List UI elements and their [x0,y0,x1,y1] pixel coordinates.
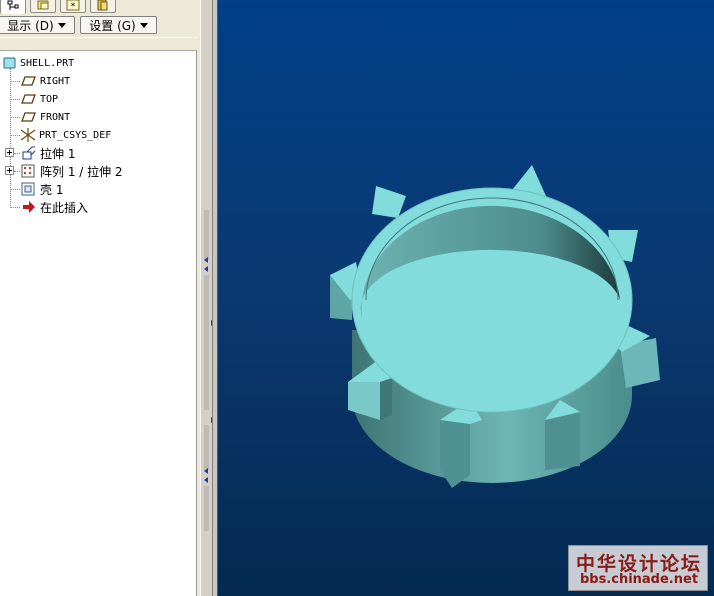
expand-toggle[interactable] [5,166,14,175]
tree-item-label: 壳 1 [40,182,64,197]
tooth [608,230,638,262]
navigator-tab-strip: * [0,0,200,14]
tooth [545,412,580,470]
collapse-left-icon[interactable] [204,257,208,263]
tree-item-insert-here[interactable]: 在此插入 [21,198,88,216]
datum-plane-icon [21,76,36,86]
splitter-grip[interactable] [204,486,209,531]
tree-item-shell-prt[interactable]: SHELL.PRT [3,54,74,72]
shell-part-model [330,165,660,488]
datum-plane-icon [21,112,36,122]
splitter-grip[interactable] [204,425,209,470]
settings-menu-button[interactable]: 设置 (G) [80,16,157,34]
tree-item-shell-1[interactable]: 壳 1 [21,180,63,198]
layers-tab-icon [97,0,108,11]
settings-menu-label: 设置 (G) [89,18,136,33]
tooth [348,382,380,420]
tab-layers[interactable] [90,0,116,13]
svg-text:*: * [71,2,76,11]
folder-browser-tab-icon [37,0,49,10]
tree-item-label: PRT_CSYS_DEF [39,129,112,141]
tree-connector [10,68,11,208]
tooth [440,420,470,488]
tree-item-label: 在此插入 [40,200,89,215]
coordinate-system-icon [20,128,36,142]
tree-connector [14,171,20,172]
show-menu-label: 显示 (D) [7,18,54,33]
tree-item-prt-csys-def[interactable]: PRT_CSYS_DEF [19,126,111,144]
collapse-left-icon[interactable] [204,477,208,483]
graphics-viewport[interactable]: 中华设计论坛 bbs.chinade.net [218,0,714,596]
pattern-icon [21,164,35,178]
expand-toggle[interactable] [5,148,14,157]
tree-connector [10,189,20,190]
chevron-down-icon [57,22,66,28]
tree-item-right[interactable]: RIGHT [21,72,70,90]
collapse-left-icon[interactable] [204,266,208,272]
shell-icon [21,182,35,196]
tree-connector [14,153,20,154]
tooth [380,378,392,420]
tree-item-label: 拉伸 1 [40,146,76,161]
tree-menu-bar: 显示 (D) 设置 (G) [0,14,200,36]
tree-item-label: FRONT [40,111,71,123]
tree-item-front[interactable]: FRONT [21,108,70,126]
tree-column-header [0,37,197,51]
model-tree: SHELL.PRT RIGHT TOP FRONT PRT_CSYS_DEF 拉… [0,51,197,596]
tooth [512,165,546,198]
favorites-tab-icon: * [66,0,80,11]
tab-model-tree[interactable] [0,0,26,14]
tree-item-label: SHELL.PRT [20,57,75,69]
tree-connector [10,99,20,100]
extrude-icon [22,146,36,160]
tree-connector [10,117,20,118]
model-tree-tab-icon [7,0,19,10]
tree-item-extrude-1[interactable]: 拉伸 1 [21,144,75,162]
tree-connector [10,207,20,208]
tree-connector [10,81,20,82]
inner-floor [366,258,618,378]
watermark-url: bbs.chinade.net [579,572,699,587]
splitter-grip[interactable] [204,210,209,260]
watermark-logo: 中华设计论坛 bbs.chinade.net [568,545,708,591]
tree-item-pattern-1[interactable]: 阵列 1 / 拉伸 2 [21,162,123,180]
tree-item-top[interactable]: TOP [21,90,58,108]
collapse-left-icon[interactable] [204,468,208,474]
tab-favorites[interactable]: * [60,0,86,13]
part-icon [3,57,16,69]
model-tree-panel: * 显示 (D) 设置 (G) SHELL.PRT RIGHT TOP FRON… [0,0,200,596]
datum-plane-icon [21,94,36,104]
tree-item-label: 阵列 1 / 拉伸 2 [40,164,123,179]
show-menu-button[interactable]: 显示 (D) [0,16,75,34]
chevron-down-icon [139,22,148,28]
insert-here-arrow-icon [23,201,35,213]
tooth [372,186,406,218]
tree-item-label: TOP [40,93,59,105]
splitter-grip[interactable] [204,275,209,410]
tree-item-label: RIGHT [40,75,71,87]
tab-folder-browser[interactable] [30,0,56,13]
